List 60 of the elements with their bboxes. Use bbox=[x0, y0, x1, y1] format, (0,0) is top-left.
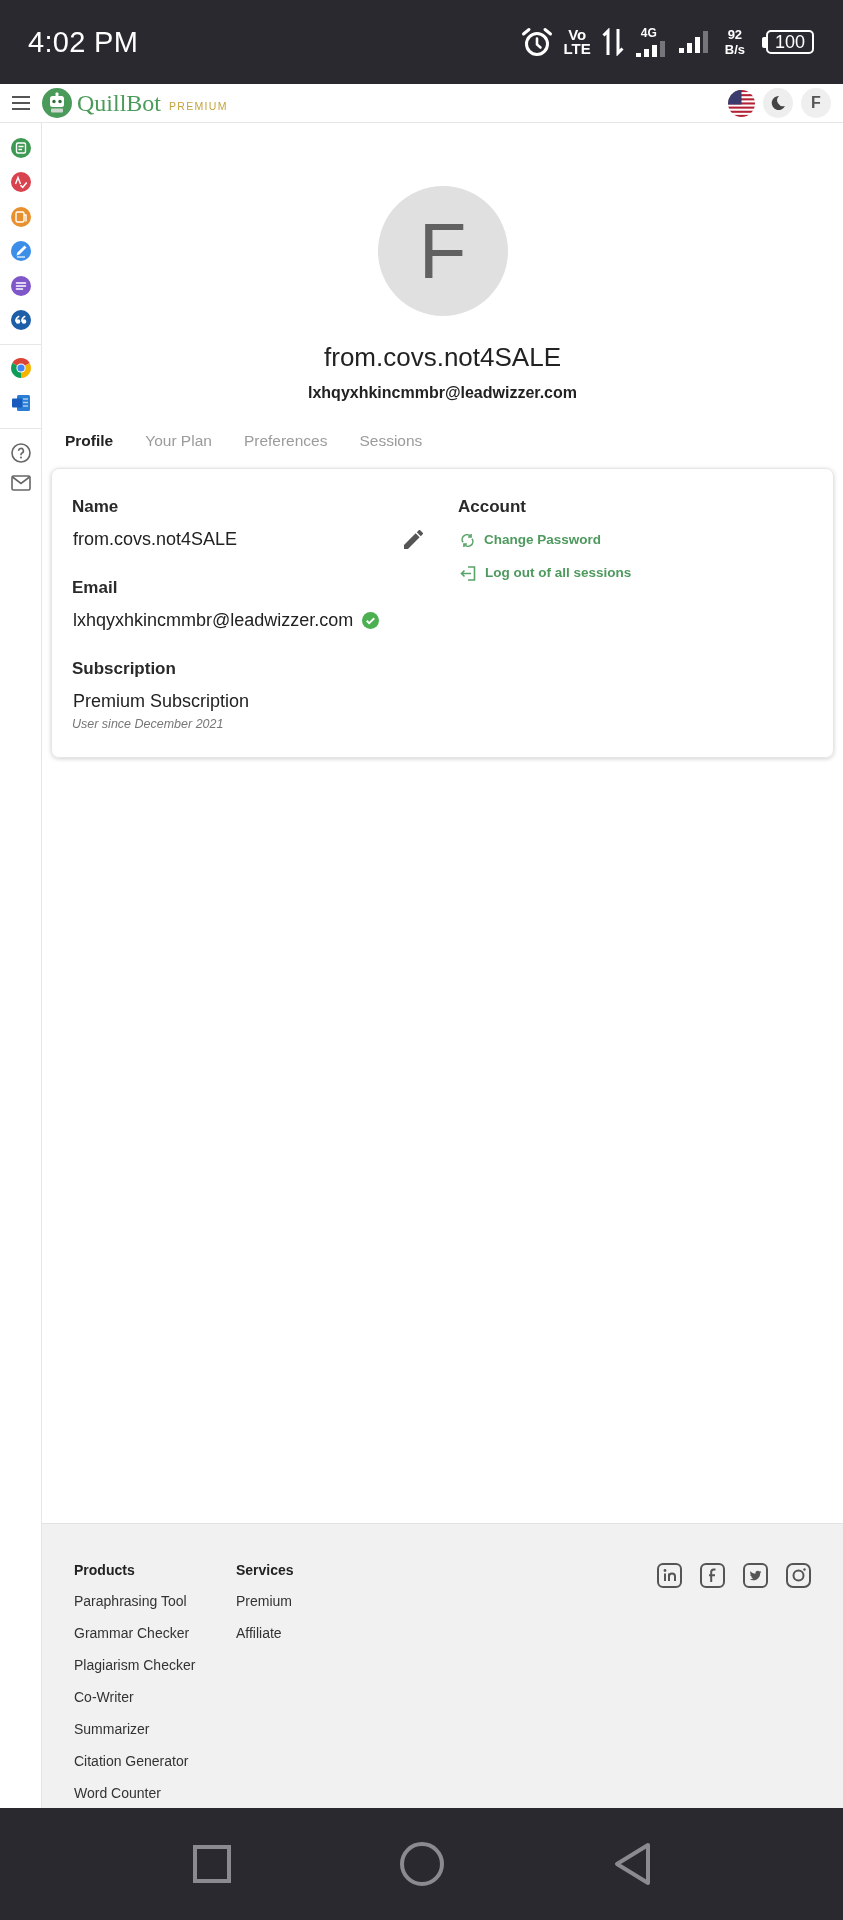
signal-icon bbox=[677, 31, 710, 53]
account-avatar-button[interactable]: F bbox=[801, 88, 831, 118]
flag-icon[interactable] bbox=[728, 89, 755, 117]
footer-link[interactable]: Plagiarism Checker bbox=[74, 1655, 196, 1675]
back-icon[interactable] bbox=[612, 1842, 651, 1886]
menu-icon[interactable] bbox=[12, 96, 30, 110]
field-label: Email bbox=[72, 577, 119, 599]
plan-label: PREMIUM bbox=[169, 99, 228, 112]
footer-link[interactable]: Grammar Checker bbox=[74, 1623, 190, 1643]
username: from.covs.not4SALE bbox=[324, 341, 561, 373]
section-title: Account bbox=[458, 496, 526, 518]
footer-heading: Services bbox=[236, 1561, 294, 1580]
text-lines-icon[interactable] bbox=[10, 275, 31, 296]
pen-icon[interactable] bbox=[10, 241, 31, 262]
footer-link[interactable]: Co-Writer bbox=[74, 1687, 134, 1707]
facebook-icon[interactable] bbox=[700, 1563, 725, 1588]
footer-link[interactable]: Paraphrasing Tool bbox=[74, 1591, 187, 1611]
field-value: lxhqyxhkincmmbr@leadwizzer.com bbox=[72, 609, 354, 632]
quote-icon[interactable] bbox=[10, 309, 31, 330]
spellcheck-icon[interactable] bbox=[10, 172, 31, 193]
footer-link[interactable]: Affiliate bbox=[236, 1623, 282, 1643]
signal-icon bbox=[634, 41, 667, 57]
recents-icon[interactable] bbox=[192, 1845, 231, 1883]
footer-link[interactable]: Premium bbox=[236, 1591, 292, 1611]
tab[interactable]: Profile bbox=[65, 430, 114, 452]
help-icon[interactable] bbox=[10, 442, 31, 463]
volte-label: LTE bbox=[563, 42, 591, 56]
linkedin-icon[interactable] bbox=[657, 1563, 682, 1588]
twitter-icon[interactable] bbox=[743, 1563, 768, 1588]
home-icon[interactable] bbox=[399, 1842, 444, 1886]
chrome-icon[interactable] bbox=[10, 357, 31, 378]
volte-label: Vo bbox=[568, 28, 587, 42]
field-value: Premium Subscription bbox=[72, 690, 250, 713]
instagram-icon[interactable] bbox=[786, 1563, 811, 1588]
word-icon[interactable] bbox=[10, 392, 31, 413]
field-label: Name bbox=[72, 496, 120, 518]
alarm-icon bbox=[520, 27, 553, 57]
clock-time: 4:02 PM bbox=[28, 25, 139, 59]
footer-link[interactable]: Summarizer bbox=[74, 1719, 150, 1739]
profile-avatar: F bbox=[377, 186, 508, 316]
network-speed: B/s bbox=[724, 42, 745, 57]
network-type: 4G bbox=[640, 27, 657, 39]
logout-icon bbox=[460, 565, 476, 581]
refresh-icon bbox=[460, 532, 475, 548]
network-speed: 92 bbox=[727, 27, 743, 42]
moon-icon[interactable] bbox=[763, 88, 793, 118]
field-note: User since December 2021 bbox=[72, 716, 225, 732]
field-value: from.covs.not4SALE bbox=[72, 528, 238, 551]
document-icon[interactable] bbox=[10, 138, 31, 158]
data-transfer-icon bbox=[601, 28, 624, 56]
pencil-icon[interactable] bbox=[404, 529, 423, 549]
brand-name: QuillBot bbox=[77, 89, 161, 117]
footer-heading: Products bbox=[74, 1561, 135, 1580]
logo-icon[interactable] bbox=[42, 88, 72, 118]
mail-icon[interactable] bbox=[10, 474, 31, 491]
user-email: lxhqyxhkincmmbr@leadwizzer.com bbox=[308, 383, 577, 403]
field-label: Subscription bbox=[72, 658, 177, 680]
battery-indicator: 100 bbox=[762, 30, 814, 54]
footer-link[interactable]: Citation Generator bbox=[74, 1751, 189, 1771]
footer-link[interactable]: Word Counter bbox=[74, 1783, 161, 1803]
